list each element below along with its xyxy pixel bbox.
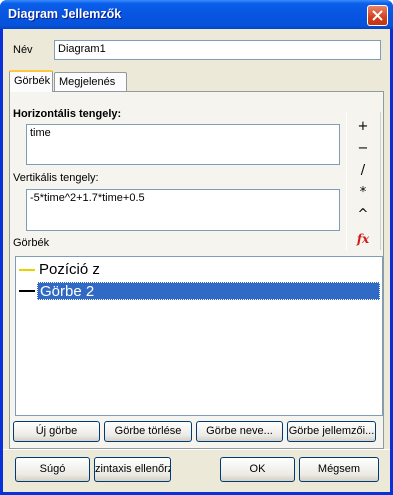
new-curve-button[interactable]: Új görbe (13, 421, 100, 442)
syntax-check-button[interactable]: zintaxis ellenőrzé (94, 457, 171, 482)
function-icon: fx (356, 232, 370, 246)
delete-curve-button[interactable]: Görbe törlése (104, 421, 192, 442)
vertical-axis-input[interactable]: -5*time^2+1.7*time+0.5 (26, 189, 340, 231)
curve-color-swatch (19, 290, 35, 292)
multiply-button[interactable]: * (349, 183, 377, 203)
vertical-axis-label: Vertikális tengely: (13, 172, 99, 184)
close-icon (372, 10, 383, 21)
close-button[interactable] (367, 5, 388, 26)
ok-button[interactable]: OK (220, 457, 295, 482)
minus-button[interactable]: − (349, 139, 377, 159)
tab-curves[interactable]: Görbék (9, 70, 53, 92)
divider (3, 449, 390, 450)
tab-appearance[interactable]: Megjelenés (54, 72, 127, 92)
horizontal-axis-label: Horizontális tengely: (13, 108, 122, 120)
name-label: Név (13, 44, 33, 56)
name-input[interactable]: Diagram1 (54, 40, 381, 60)
curves-label: Görbék (13, 237, 50, 249)
list-item[interactable]: Pozíció z (18, 260, 380, 280)
list-item[interactable]: Görbe 2 (18, 281, 380, 301)
help-button[interactable]: Súgó (15, 457, 90, 482)
plus-button[interactable]: + (349, 117, 377, 137)
dialog-client-area: Név Diagram1 Görbék Megjelenés Horizontá… (3, 29, 390, 492)
curve-color-swatch (19, 269, 35, 271)
dialog-window: Diagram Jellemzők Név Diagram1 Görbék Me… (0, 0, 393, 495)
curve-name: Pozíció z (39, 261, 100, 278)
window-title: Diagram Jellemzők (8, 7, 122, 21)
curve-properties-button[interactable]: Görbe jellemzői... (287, 421, 376, 442)
cancel-button[interactable]: Mégsem (299, 457, 379, 482)
horizontal-axis-input[interactable]: time (26, 124, 340, 165)
curves-list[interactable]: Pozíció z Görbe 2 (15, 256, 383, 416)
title-bar[interactable]: Diagram Jellemzők (0, 0, 393, 29)
divide-button[interactable]: / (349, 161, 377, 181)
power-button[interactable]: ^ (349, 205, 377, 225)
rename-curve-button[interactable]: Görbe neve... (196, 421, 283, 442)
curve-name: Görbe 2 (37, 282, 380, 300)
function-button[interactable]: fx (349, 229, 377, 249)
